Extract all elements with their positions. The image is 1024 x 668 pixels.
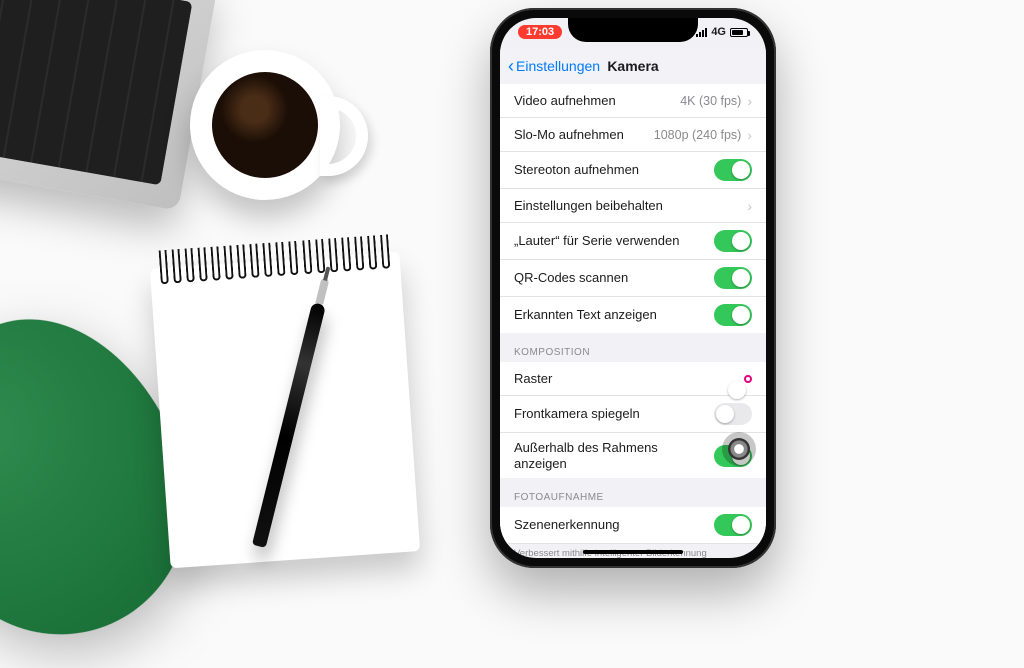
row-mirror-front: Frontkamera spiegeln — [500, 396, 766, 433]
row-label: Raster — [514, 371, 744, 387]
row-label: Szenenerkennung — [514, 517, 714, 533]
coffee-cup-decor — [190, 50, 340, 200]
row-qr-scan: QR-Codes scannen — [500, 260, 766, 297]
toggle-stereo[interactable] — [714, 159, 752, 181]
row-slomo-record[interactable]: Slo-Mo aufnehmen 1080p (240 fps) › — [500, 118, 766, 152]
chevron-right-icon: › — [747, 93, 752, 109]
group-header: FOTOAUFNAHME — [500, 478, 766, 507]
phone-frame: 17:03 4G ‹ Einstellungen Kamera Video au… — [490, 8, 776, 568]
toggle-mirror[interactable] — [714, 403, 752, 425]
notch — [568, 18, 698, 42]
highlight-box — [744, 375, 752, 383]
row-label: „Lauter“ für Serie verwenden — [514, 233, 714, 249]
row-label: Erkannten Text anzeigen — [514, 307, 714, 323]
row-label: Außerhalb des Rahmens anzeigen — [514, 440, 714, 471]
row-preserve-settings[interactable]: Einstellungen beibehalten › — [500, 189, 766, 223]
laptop-decor — [0, 0, 218, 211]
toggle-louder[interactable] — [714, 230, 752, 252]
group-header: KOMPOSITION — [500, 333, 766, 362]
row-value: 4K (30 fps) — [680, 94, 741, 108]
row-video-record[interactable]: Video aufnehmen 4K (30 fps) › — [500, 84, 766, 118]
home-indicator[interactable] — [583, 550, 683, 554]
network-label: 4G — [711, 26, 726, 38]
chevron-right-icon: › — [747, 127, 752, 143]
back-button[interactable]: ‹ Einstellungen — [508, 48, 600, 84]
row-value: 1080p (240 fps) — [654, 128, 742, 142]
chevron-right-icon: › — [747, 198, 752, 214]
toggle-scene[interactable] — [714, 514, 752, 536]
back-label: Einstellungen — [516, 58, 600, 74]
row-label: QR-Codes scannen — [514, 270, 714, 286]
row-label: Frontkamera spiegeln — [514, 406, 714, 422]
row-detected-text: Erkannten Text anzeigen — [500, 297, 766, 333]
row-label: Stereoton aufnehmen — [514, 162, 714, 178]
row-scene-detection: Szenenerkennung — [500, 507, 766, 544]
signal-icon — [696, 28, 707, 37]
phone-screen: 17:03 4G ‹ Einstellungen Kamera Video au… — [500, 18, 766, 558]
toggle-qr[interactable] — [714, 267, 752, 289]
row-label: Einstellungen beibehalten — [514, 198, 747, 214]
row-louder-burst: „Lauter“ für Serie verwenden — [500, 223, 766, 260]
chevron-left-icon: ‹ — [508, 57, 514, 75]
row-label: Slo-Mo aufnehmen — [514, 127, 654, 143]
nav-bar: ‹ Einstellungen Kamera — [500, 48, 766, 84]
battery-icon — [730, 28, 748, 37]
assistive-touch-button[interactable] — [722, 432, 756, 466]
assistive-touch-icon — [728, 438, 750, 460]
row-grid: Raster — [500, 362, 766, 396]
row-stereo: Stereoton aufnehmen — [500, 152, 766, 189]
recording-time-pill[interactable]: 17:03 — [518, 25, 562, 39]
row-label: Video aufnehmen — [514, 93, 680, 109]
page-title: Kamera — [607, 58, 658, 74]
settings-content[interactable]: Video aufnehmen 4K (30 fps) › Slo-Mo auf… — [500, 84, 766, 558]
group-main: Video aufnehmen 4K (30 fps) › Slo-Mo auf… — [500, 84, 766, 333]
toggle-text[interactable] — [714, 304, 752, 326]
group-photocapture: FOTOAUFNAHME Szenenerkennung Verbessert … — [500, 478, 766, 558]
notebook-rings — [159, 234, 391, 286]
